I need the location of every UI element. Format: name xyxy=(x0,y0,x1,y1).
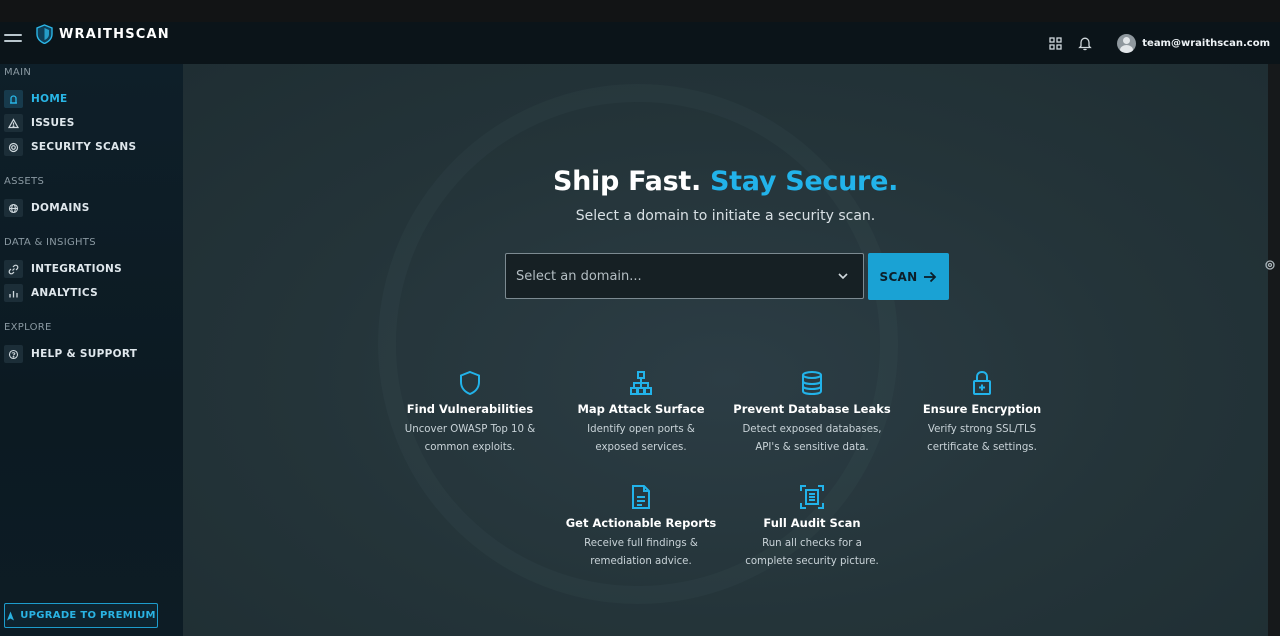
hero-subtitle: Select a domain to initiate a security s… xyxy=(575,208,876,224)
sidebar: MAIN HOME ISSUES SECURITY SCANS ASSETS D… xyxy=(0,64,183,636)
sidebar-item-label: DOMAINS xyxy=(31,202,90,214)
hero-title: Ship Fast. Stay Secure. xyxy=(552,166,899,197)
domain-select[interactable]: Select an domain... xyxy=(505,253,864,299)
feature-ensure-encryption: Ensure Encryption Verify strong SSL/TLS … xyxy=(892,368,1072,457)
sidebar-item-label: INTEGRATIONS xyxy=(31,263,122,275)
brand-name: WRAITHSCAN xyxy=(59,26,170,42)
link-icon xyxy=(4,260,23,278)
sidebar-item-label: ANALYTICS xyxy=(31,287,98,299)
menu-icon[interactable] xyxy=(4,34,22,48)
settings-gear-icon[interactable] xyxy=(1261,256,1275,274)
window-right-edge xyxy=(1268,64,1280,636)
domain-select-placeholder: Select an domain... xyxy=(516,268,642,284)
bell-icon[interactable] xyxy=(1077,35,1093,51)
sidebar-item-help-support[interactable]: HELP & SUPPORT xyxy=(4,345,137,363)
main-content: Ship Fast. Stay Secure. Select a domain … xyxy=(183,64,1268,636)
sidebar-item-label: ISSUES xyxy=(31,117,75,129)
upgrade-button[interactable]: UPGRADE TO PREMIUM xyxy=(4,603,158,628)
avatar xyxy=(1117,33,1137,53)
shield-logo-icon xyxy=(36,24,53,44)
sidebar-item-label: HELP & SUPPORT xyxy=(31,348,138,360)
warning-icon xyxy=(4,114,23,132)
feature-map-attack-surface: Map Attack Surface Identify open ports &… xyxy=(551,368,731,457)
scan-button[interactable]: SCAN xyxy=(868,253,949,300)
bar-chart-icon xyxy=(4,284,23,302)
globe-icon xyxy=(4,199,23,217)
section-label-explore: EXPLORE xyxy=(4,322,52,333)
feature-prevent-database-leaks: Prevent Database Leaks Detect exposed da… xyxy=(722,368,902,457)
sidebar-item-integrations[interactable]: INTEGRATIONS xyxy=(4,260,122,278)
sidebar-item-label: SECURITY SCANS xyxy=(31,141,137,153)
feature-full-audit-scan: Full Audit Scan Run all checks for a com… xyxy=(722,482,902,571)
feature-get-actionable-reports: Get Actionable Reports Receive full find… xyxy=(551,482,731,571)
user-menu[interactable]: team@wraithscan.com xyxy=(1117,33,1270,53)
network-icon xyxy=(630,371,652,395)
sidebar-item-issues[interactable]: ISSUES xyxy=(4,114,75,132)
lock-icon xyxy=(973,370,991,395)
sidebar-item-home[interactable]: HOME xyxy=(4,90,68,108)
audit-icon xyxy=(800,485,824,509)
user-email: team@wraithscan.com xyxy=(1142,37,1270,49)
document-icon xyxy=(632,485,650,509)
chevron-down-icon xyxy=(838,273,848,280)
section-label-assets: ASSETS xyxy=(4,176,45,187)
shield-icon xyxy=(460,370,480,396)
top-bar: WRAITHSCAN team@wraithscan.com xyxy=(0,22,1280,64)
section-label-main: MAIN xyxy=(4,67,32,78)
window-top-strip xyxy=(0,0,1280,22)
help-icon xyxy=(4,345,23,363)
arrow-right-icon xyxy=(924,271,937,282)
database-icon xyxy=(802,371,822,396)
apps-grid-icon[interactable] xyxy=(1047,35,1063,51)
target-icon xyxy=(4,138,23,156)
sidebar-item-domains[interactable]: DOMAINS xyxy=(4,199,90,217)
brand[interactable]: WRAITHSCAN xyxy=(36,24,170,44)
home-icon xyxy=(4,90,23,108)
sidebar-item-label: HOME xyxy=(31,93,68,105)
section-label-data-insights: DATA & INSIGHTS xyxy=(4,237,96,248)
sidebar-item-security-scans[interactable]: SECURITY SCANS xyxy=(4,138,136,156)
rocket-icon xyxy=(7,611,15,620)
feature-find-vulnerabilities: Find Vulnerabilities Uncover OWASP Top 1… xyxy=(380,368,560,457)
sidebar-item-analytics[interactable]: ANALYTICS xyxy=(4,284,98,302)
